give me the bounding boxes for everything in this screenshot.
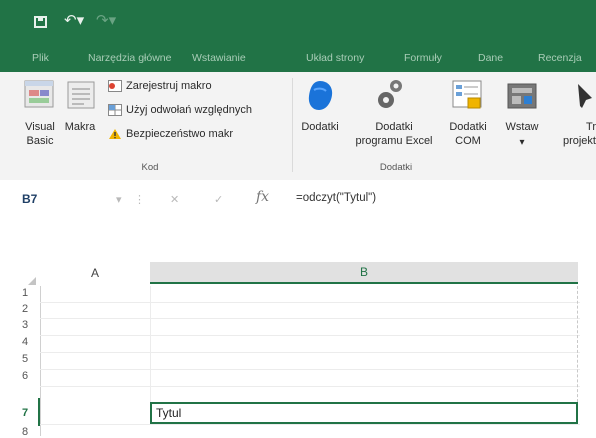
relative-refs-label: Użyj odwołań względnych — [126, 104, 252, 116]
name-box-dropdown-icon[interactable]: ▾ — [116, 193, 122, 206]
tab-data[interactable]: Dane — [478, 52, 503, 64]
formula-bar-separator-icon: ⋮ — [134, 193, 145, 206]
formula-input[interactable]: =odczyt("Tytul") — [296, 192, 376, 204]
cell-b7[interactable]: Tytul — [150, 402, 578, 424]
group-separator — [292, 78, 293, 172]
title-bar: ↶▾ ↷▾ — [0, 0, 596, 42]
column-gridline — [150, 286, 151, 402]
insert-function-icon[interactable]: fx — [256, 189, 269, 205]
column-header-b[interactable]: B — [150, 262, 578, 284]
design-mode-label[interactable]: Tr projekt — [556, 120, 596, 148]
row-header-7[interactable]: 7 — [12, 407, 38, 419]
warning-icon — [108, 128, 122, 140]
gridline — [40, 386, 580, 387]
enter-icon[interactable]: ✓ — [214, 193, 223, 206]
code-group-label: Kod — [141, 162, 159, 173]
record-macro-icon — [108, 80, 122, 92]
insert-dropdown-arrow[interactable]: ▾ — [514, 136, 530, 150]
tab-home[interactable]: Narzędzia główne — [88, 52, 171, 64]
row-header-1[interactable]: 1 — [12, 287, 38, 299]
addins-label[interactable]: Dodatki — [296, 120, 344, 134]
record-macro-label: Zarejestruj makro — [126, 80, 212, 92]
row-header-8[interactable]: 8 — [12, 426, 38, 438]
macro-security-label: Bezpieczeństwo makr — [126, 128, 233, 140]
excel-addins-label[interactable]: Dodatki programu Excel — [346, 120, 442, 148]
record-macro-button[interactable]: Zarejestruj makro — [108, 80, 212, 92]
design-mode-icon[interactable] — [572, 78, 596, 114]
addins-group-label: Dodatki — [379, 162, 413, 173]
tab-page-layout[interactable]: Układ strony — [306, 52, 364, 64]
undo-icon[interactable]: ↶▾ — [64, 11, 84, 29]
tab-formulas[interactable]: Formuły — [404, 52, 442, 64]
row-header-border — [40, 286, 41, 436]
page-break-line — [577, 286, 579, 402]
row-header-3[interactable]: 3 — [12, 319, 38, 331]
formula-bar — [0, 180, 596, 228]
select-all-icon[interactable] — [28, 272, 36, 285]
row-header-5[interactable]: 5 — [12, 353, 38, 365]
visual-basic-icon[interactable] — [22, 78, 56, 112]
insert-controls-icon[interactable] — [504, 78, 540, 114]
gridline — [40, 352, 580, 353]
name-box[interactable]: B7 — [22, 192, 37, 206]
com-addins-icon[interactable] — [450, 78, 486, 114]
row-header-4[interactable]: 4 — [12, 336, 38, 348]
visual-basic-label[interactable]: Visual Basic — [16, 120, 64, 148]
tab-file[interactable]: Plik — [32, 52, 49, 64]
row-header-6[interactable]: 6 — [12, 370, 38, 382]
tab-insert[interactable]: Wstawianie — [192, 52, 246, 64]
macros-label[interactable]: Makra — [60, 120, 100, 134]
gridline — [40, 318, 580, 319]
insert-label[interactable]: Wstaw — [500, 120, 544, 134]
ribbon-tabs: Plik Narzędzia główne Wstawianie Układ s… — [0, 42, 596, 72]
gridline — [40, 335, 580, 336]
relative-refs-button[interactable]: Użyj odwołań względnych — [108, 104, 252, 116]
excel-addins-icon[interactable] — [374, 76, 410, 114]
row-header-2[interactable]: 2 — [12, 303, 38, 315]
macros-icon[interactable] — [64, 78, 98, 112]
relative-refs-icon — [108, 104, 122, 116]
macro-security-button[interactable]: Bezpieczeństwo makr — [108, 128, 233, 140]
row-7-active-marker — [38, 398, 40, 426]
redo-icon[interactable]: ↷▾ — [96, 11, 116, 29]
gridline — [40, 369, 580, 370]
store-addins-icon[interactable] — [302, 78, 338, 114]
gridline — [40, 302, 580, 303]
save-icon[interactable] — [34, 16, 47, 28]
com-addins-label[interactable]: Dodatki COM — [440, 120, 496, 148]
tab-review[interactable]: Recenzja — [538, 52, 582, 64]
column-header-a[interactable]: A — [40, 262, 150, 284]
gridline — [40, 424, 580, 425]
ribbon: Visual Basic Makra Zarejestruj makro Uży… — [0, 72, 596, 181]
cancel-icon[interactable]: ✕ — [170, 193, 179, 206]
